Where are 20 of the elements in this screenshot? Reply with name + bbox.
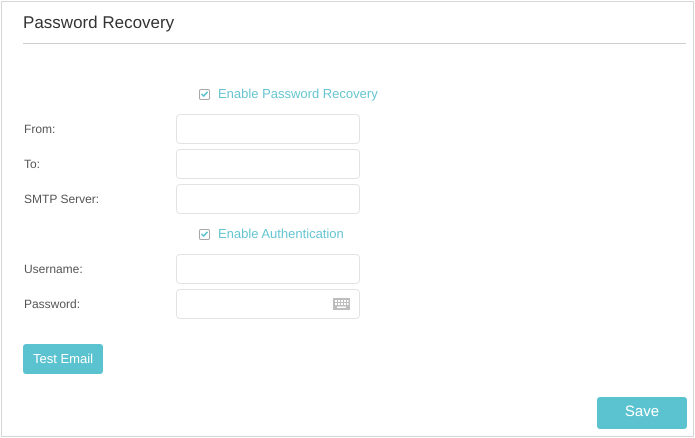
field-label: To: <box>23 156 42 173</box>
checkmark-icon <box>201 231 208 237</box>
checkbox[interactable] <box>199 228 210 240</box>
field-label: Username: <box>23 261 84 278</box>
checkbox-option[interactable]: Enable Authentication <box>199 224 344 244</box>
field-label: Password: <box>23 296 82 313</box>
checkbox-option[interactable]: Enable Password Recovery <box>199 84 378 104</box>
field-label: From: <box>23 121 56 138</box>
save-button[interactable]: Save <box>597 396 687 428</box>
input-field[interactable] <box>176 184 360 214</box>
input-field[interactable] <box>176 149 360 179</box>
checkmark-icon <box>201 91 208 97</box>
field-label: SMTP Server: <box>23 191 100 208</box>
input-field[interactable] <box>176 114 360 144</box>
keyboard-icon[interactable] <box>333 298 350 310</box>
input-field[interactable] <box>176 254 360 284</box>
page-title: Password Recovery <box>23 2 686 44</box>
checkbox[interactable] <box>199 88 210 100</box>
input-field[interactable] <box>176 289 360 319</box>
test-email-button[interactable]: Test Email <box>23 344 103 374</box>
